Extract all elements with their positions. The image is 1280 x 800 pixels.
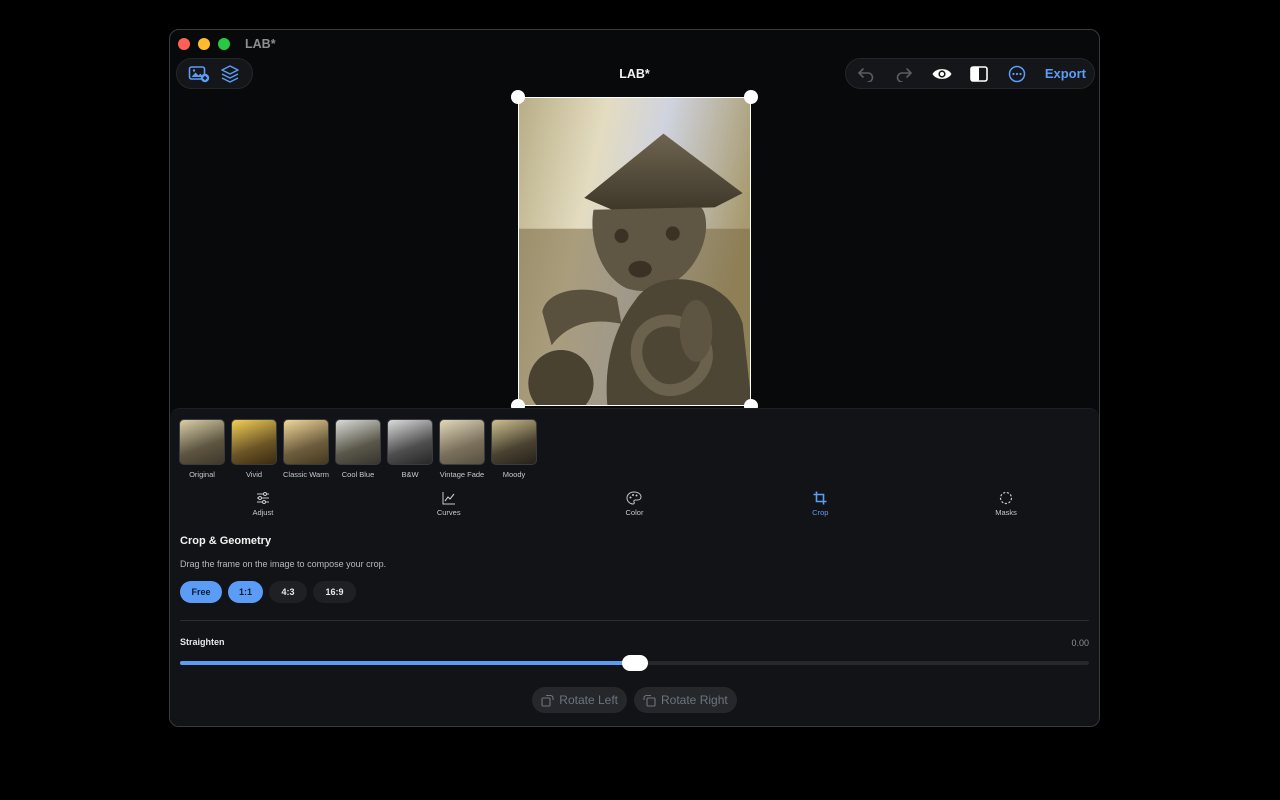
slider-thumb[interactable]	[621, 655, 648, 671]
window-controls	[178, 38, 230, 50]
tab-label: Masks	[995, 508, 1017, 517]
slider-fill	[180, 661, 635, 665]
zoom-button[interactable]	[218, 38, 230, 50]
crop-canvas-photo[interactable]	[518, 97, 751, 406]
rotate-left-icon	[541, 694, 554, 707]
redo-icon	[896, 67, 912, 82]
close-button[interactable]	[178, 38, 190, 50]
preset-thumbnail	[283, 419, 329, 465]
more-button[interactable]	[1003, 62, 1031, 86]
preset-label: Original	[189, 470, 215, 479]
preset-classic-warm[interactable]: Classic Warm	[283, 419, 329, 479]
preset-label: Vintage Fade	[439, 470, 485, 479]
window-title: LAB*	[245, 37, 276, 51]
tool-tabs: Adjust Curves Color Crop Masks	[170, 491, 1099, 517]
ratio-4-3-button[interactable]: 4:3	[269, 581, 307, 603]
minimize-button[interactable]	[198, 38, 210, 50]
preset-thumbnail	[231, 419, 277, 465]
preset-thumbnail	[335, 419, 381, 465]
preset-original[interactable]: Original	[179, 419, 225, 479]
divider	[180, 620, 1089, 621]
tab-label: Crop	[812, 508, 829, 517]
compare-button[interactable]	[965, 62, 993, 86]
curves-icon	[442, 492, 455, 505]
app-window: LAB* LAB* Export Original Vivid Classic …	[169, 29, 1100, 727]
rotate-left-label: Rotate Left	[559, 693, 618, 707]
tab-curves[interactable]: Curves	[356, 491, 542, 517]
preset-label: Cool Blue	[341, 470, 375, 479]
preview-toggle[interactable]	[928, 62, 956, 86]
preset-cool-blue[interactable]: Cool Blue	[335, 419, 381, 479]
preset-vivid[interactable]: Vivid	[231, 419, 277, 479]
ratio-free-button[interactable]: Free	[180, 581, 222, 603]
tab-adjust[interactable]: Adjust	[170, 491, 356, 517]
preset-bw[interactable]: B&W	[387, 419, 433, 479]
photo-image	[519, 98, 750, 405]
preset-thumbnail	[387, 419, 433, 465]
preset-label: Classic Warm	[283, 470, 329, 479]
crop-handle-top-right[interactable]	[744, 90, 758, 104]
tab-label: Color	[625, 508, 644, 517]
preset-moody[interactable]: Moody	[491, 419, 537, 479]
tab-masks[interactable]: Masks	[913, 491, 1099, 517]
tab-color[interactable]: Color	[542, 491, 728, 517]
crop-hint: Drag the frame on the image to compose y…	[180, 559, 387, 569]
palette-icon	[626, 491, 642, 505]
undo-button[interactable]	[852, 62, 880, 86]
undo-icon	[858, 67, 874, 82]
preset-strip: Original Vivid Classic Warm Cool Blue B&…	[179, 419, 543, 479]
straighten-label: Straighten	[180, 637, 225, 647]
preset-label: Moody	[502, 470, 526, 479]
preset-label: Vivid	[245, 470, 263, 479]
crop-handle-top-left[interactable]	[511, 90, 525, 104]
rotate-right-button[interactable]: Rotate Right	[634, 687, 737, 713]
edit-panel: Original Vivid Classic Warm Cool Blue B&…	[170, 408, 1099, 726]
rotate-controls: Rotate Left Rotate Right	[170, 687, 1099, 713]
sliders-icon	[256, 492, 269, 504]
rotate-left-button[interactable]: Rotate Left	[532, 687, 627, 713]
eye-icon	[932, 68, 952, 79]
ratio-16-9-button[interactable]: 16:9	[313, 581, 356, 603]
aspect-ratio-group: Free 1:1 4:3 16:9	[180, 581, 356, 603]
straighten-slider[interactable]	[180, 655, 1089, 671]
tab-crop[interactable]: Crop	[727, 491, 913, 517]
toolbar-right: Export	[845, 58, 1095, 89]
compare-icon	[970, 65, 989, 82]
crop-icon	[813, 491, 827, 505]
straighten-value: 0.00	[1071, 638, 1089, 648]
redo-button[interactable]	[890, 62, 918, 86]
section-title: Crop & Geometry	[180, 535, 272, 547]
rotate-right-label: Rotate Right	[661, 693, 728, 707]
rotate-right-icon	[643, 694, 656, 707]
preset-thumbnail	[491, 419, 537, 465]
tab-label: Curves	[436, 508, 461, 517]
preset-label: B&W	[401, 470, 419, 479]
preset-thumbnail	[179, 419, 225, 465]
preset-thumbnail	[439, 419, 485, 465]
mask-icon	[999, 491, 1013, 505]
tab-label: Adjust	[252, 508, 274, 517]
more-icon	[1008, 65, 1026, 82]
ratio-1-1-button[interactable]: 1:1	[228, 581, 263, 603]
preset-vintage-fade[interactable]: Vintage Fade	[439, 419, 485, 479]
export-button[interactable]: Export	[1041, 66, 1086, 81]
